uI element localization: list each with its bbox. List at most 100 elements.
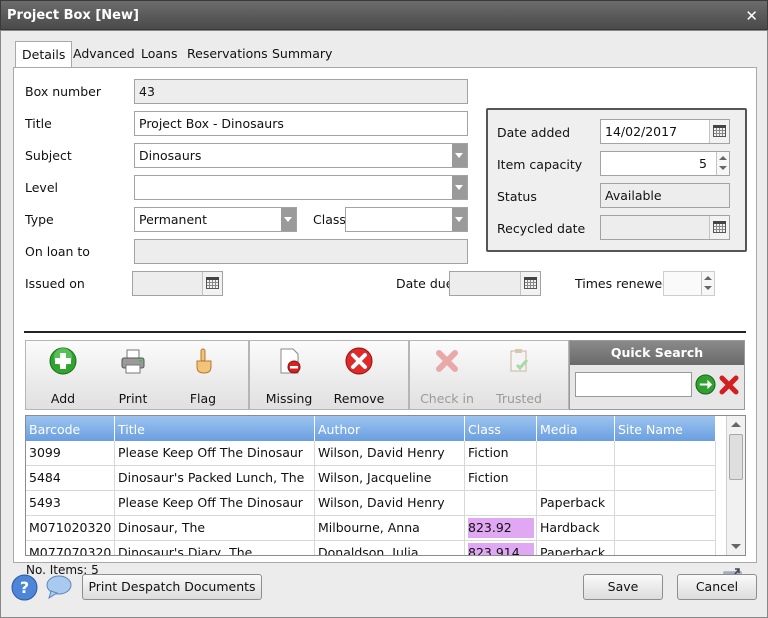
subject-select[interactable]: Dinosaurs: [134, 143, 468, 168]
details-panel: Box number 43 Title Project Box - Dinosa…: [13, 67, 757, 585]
svg-text:?: ?: [20, 578, 29, 597]
table-row[interactable]: M071020320 Dinosaur, The Milbourne, Anna…: [26, 516, 716, 541]
chevron-down-icon[interactable]: [452, 144, 467, 167]
chevron-down-icon: [704, 286, 712, 290]
calendar-icon[interactable]: [709, 120, 729, 143]
column-header-author[interactable]: Author: [315, 416, 465, 441]
table-row[interactable]: 3099 Please Keep Off The Dinosaur Wilson…: [26, 441, 716, 466]
recycled-date-field: [600, 215, 730, 240]
tab-advanced[interactable]: Advanced: [67, 41, 141, 67]
add-icon: [49, 347, 77, 375]
column-header-class[interactable]: Class: [465, 416, 537, 441]
cell-media: Paperback: [537, 541, 615, 555]
help-icon[interactable]: ?: [11, 574, 38, 601]
on-loan-to-label: On loan to: [25, 244, 90, 259]
column-header-media[interactable]: Media: [537, 416, 615, 441]
print-despatch-button[interactable]: Print Despatch Documents: [82, 574, 262, 600]
date-due-field: [449, 271, 541, 296]
spinner[interactable]: [716, 152, 729, 175]
table-row[interactable]: 5484 Dinosaur's Packed Lunch, The Wilson…: [26, 466, 716, 491]
title-label: Title: [25, 116, 52, 131]
cancel-button[interactable]: Cancel: [677, 574, 757, 600]
tab-reservations[interactable]: Reservations: [181, 41, 274, 67]
tab-summary[interactable]: Summary: [266, 41, 338, 67]
cell-barcode: 3099: [26, 441, 115, 466]
times-renewed-stepper: [663, 271, 715, 296]
recycled-date-label: Recycled date: [497, 221, 586, 236]
item-capacity-label: Item capacity: [497, 157, 583, 172]
cell-title: Dinosaur's Diary, The: [115, 541, 315, 555]
toolbar-group-3: Check in Trusted: [409, 340, 569, 410]
missing-label: Missing: [265, 391, 313, 406]
remove-icon: [345, 347, 373, 375]
column-header-barcode[interactable]: Barcode: [26, 416, 115, 441]
chevron-up-icon[interactable]: [731, 422, 741, 427]
grid-header: Barcode Title Author Class Media Site Na…: [26, 416, 716, 441]
cell-class: Fiction: [465, 441, 537, 466]
chevron-down-icon[interactable]: [452, 176, 467, 199]
toolbar-group-2: Missing Remove: [249, 340, 409, 410]
level-select[interactable]: [134, 175, 468, 200]
cell-title: Please Keep Off The Dinosaur: [115, 441, 315, 466]
column-header-title[interactable]: Title: [115, 416, 315, 441]
chevron-down-icon[interactable]: [281, 208, 296, 231]
cell-site-name: [615, 491, 716, 516]
items-grid: Barcode Title Author Class Media Site Na…: [25, 415, 746, 556]
cell-class: Fiction: [465, 466, 537, 491]
tab-details[interactable]: Details: [15, 41, 73, 68]
missing-button[interactable]: Missing: [256, 341, 322, 409]
chevron-down-icon[interactable]: [452, 208, 467, 231]
dialog-body: Details Advanced Loans Reservations Summ…: [0, 30, 768, 618]
close-icon[interactable]: ✕: [745, 7, 758, 25]
cell-author: Wilson, David Henry: [315, 491, 465, 516]
title-field[interactable]: Project Box - Dinosaurs: [134, 111, 468, 136]
add-button[interactable]: Add: [30, 341, 96, 409]
trusted-button[interactable]: Trusted: [486, 341, 552, 409]
cell-title: Please Keep Off The Dinosaur: [115, 491, 315, 516]
box-number-label: Box number: [25, 84, 101, 99]
date-added-field[interactable]: 14/02/2017: [600, 119, 730, 144]
subject-value: Dinosaurs: [139, 148, 202, 163]
cell-media: [537, 466, 615, 491]
type-select[interactable]: Permanent: [134, 207, 297, 232]
calendar-icon[interactable]: [520, 272, 540, 295]
calendar-icon[interactable]: [202, 272, 222, 295]
date-added-label: Date added: [497, 125, 571, 140]
calendar-icon[interactable]: [709, 216, 729, 239]
cell-barcode: 5484: [26, 466, 115, 491]
column-header-site-name[interactable]: Site Name: [615, 416, 716, 441]
dates-box: Date added 14/02/2017 Item capacity 5 St…: [486, 108, 747, 252]
check-in-icon: [436, 350, 458, 372]
grid-scrollbar[interactable]: [726, 416, 745, 555]
remove-button[interactable]: Remove: [326, 341, 392, 409]
table-row[interactable]: M077070320 Dinosaur's Diary, The Donalds…: [26, 541, 716, 555]
quick-search-input[interactable]: [575, 372, 692, 397]
class-select[interactable]: [345, 207, 468, 232]
cell-class: 823.92: [465, 516, 537, 541]
chevron-up-icon[interactable]: [719, 156, 727, 160]
type-value: Permanent: [139, 212, 207, 227]
clear-search-icon[interactable]: [718, 374, 740, 396]
cell-site-name: [615, 541, 716, 555]
flag-button[interactable]: Flag: [170, 341, 236, 409]
hand-flag-icon: [196, 348, 212, 374]
chat-icon[interactable]: [45, 574, 73, 600]
chevron-down-icon[interactable]: [731, 544, 741, 549]
item-capacity-stepper[interactable]: 5: [600, 151, 730, 176]
tab-loans[interactable]: Loans: [135, 41, 184, 67]
go-arrow-icon[interactable]: [695, 374, 716, 395]
class-label: Class: [313, 212, 346, 227]
print-button[interactable]: Print: [100, 341, 166, 409]
subject-label: Subject: [25, 148, 72, 163]
check-in-button[interactable]: Check in: [414, 341, 480, 409]
on-loan-to-field: [134, 239, 468, 264]
items-toolbar: Add Print Flag Missing Remove Check in T…: [25, 340, 745, 410]
chevron-down-icon[interactable]: [719, 166, 727, 170]
table-row[interactable]: 5493 Please Keep Off The Dinosaur Wilson…: [26, 491, 716, 516]
cell-media: [537, 441, 615, 466]
cell-class: 823.914: [465, 541, 537, 555]
scroll-thumb[interactable]: [729, 434, 743, 480]
chevron-up-icon: [704, 276, 712, 280]
save-button[interactable]: Save: [583, 574, 663, 600]
quick-search: Quick Search: [569, 340, 745, 410]
